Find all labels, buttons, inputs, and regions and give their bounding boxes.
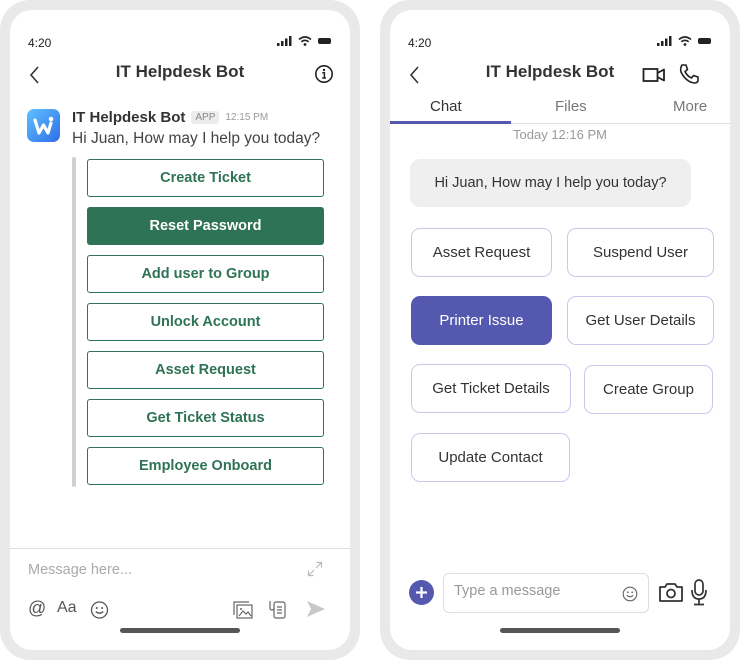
get-ticket-details-chip[interactable]: Get Ticket Details [411,364,571,413]
chat-timestamp: Today 12:16 PM [513,127,607,142]
microphone-icon[interactable] [690,579,708,606]
message-time: 12:15 PM [225,112,269,123]
message-input[interactable] [454,583,614,599]
page-title: IT Helpdesk Bot [115,62,245,81]
employee-onboard-button[interactable]: Employee Onboard [87,447,324,485]
sender-name: IT Helpdesk Bot [72,109,186,126]
message-text: Hi Juan, How may I help you today? [72,130,321,147]
bot-message-bubble: Hi Juan, How may I help you today? [410,159,691,207]
left-phone-frame: 4:20 IT Helpdesk Bot IT Helpdesk Bot APP… [0,0,360,660]
adaptive-card-actions: Create Ticket Reset Password Add user to… [87,159,324,485]
asset-request-button[interactable]: Asset Request [87,351,324,389]
create-group-chip[interactable]: Create Group [584,365,713,414]
audio-call-icon[interactable] [678,63,700,85]
add-attachment-button[interactable] [409,580,434,605]
home-indicator [500,628,620,633]
format-button[interactable]: Aa [57,597,77,619]
right-phone-screen: 4:20 IT Helpdesk Bot Chat Files More Tod… [390,10,730,650]
card-accent-bar [72,157,76,487]
unlock-account-button[interactable]: Unlock Account [87,303,324,341]
status-time: 4:20 [28,36,52,50]
tab-files[interactable]: Files [555,98,587,115]
expand-icon[interactable] [307,561,323,577]
signal-icon [277,36,292,46]
message-input[interactable]: Message here... [28,562,132,578]
plus-icon [416,587,427,598]
wifi-icon [678,36,692,46]
bot-avatar [27,109,60,142]
message-input-box [443,573,649,613]
emoji-icon[interactable] [90,599,109,621]
mention-icon[interactable]: @ [28,597,46,619]
right-phone-frame: 4:20 IT Helpdesk Bot Chat Files More Tod… [380,0,740,660]
get-user-details-chip[interactable]: Get User Details [567,296,714,345]
tab-more[interactable]: More [673,98,707,115]
tab-bar: Chat Files More [390,96,730,124]
wifi-icon [298,36,312,46]
video-call-icon[interactable] [642,66,666,84]
status-time: 4:20 [408,36,432,50]
asset-request-chip[interactable]: Asset Request [411,228,552,277]
left-phone-screen: 4:20 IT Helpdesk Bot IT Helpdesk Bot APP… [10,10,350,650]
info-icon[interactable] [314,64,334,84]
battery-icon [318,38,331,44]
reset-password-button[interactable]: Reset Password [87,207,324,245]
add-user-to-group-button[interactable]: Add user to Group [87,255,324,293]
attach-file-icon[interactable] [268,598,286,620]
suspend-user-chip[interactable]: Suspend User [567,228,714,277]
status-icons [277,36,332,46]
bot-logo-icon [33,116,54,135]
home-indicator [120,628,240,633]
app-badge: APP [191,111,220,124]
update-contact-chip[interactable]: Update Contact [411,433,570,482]
get-ticket-status-button[interactable]: Get Ticket Status [87,399,324,437]
tab-chat[interactable]: Chat [430,98,462,115]
printer-issue-chip[interactable]: Printer Issue [411,296,552,345]
message-composer: Message here... @ Aa [10,548,350,619]
status-icons [657,36,712,46]
emoji-icon[interactable] [622,586,638,602]
send-icon[interactable] [306,598,326,620]
camera-icon[interactable] [658,581,684,603]
active-tab-indicator [390,121,511,124]
signal-icon [657,36,672,46]
create-ticket-button[interactable]: Create Ticket [87,159,324,197]
image-icon[interactable] [233,599,253,621]
battery-icon [698,38,711,44]
